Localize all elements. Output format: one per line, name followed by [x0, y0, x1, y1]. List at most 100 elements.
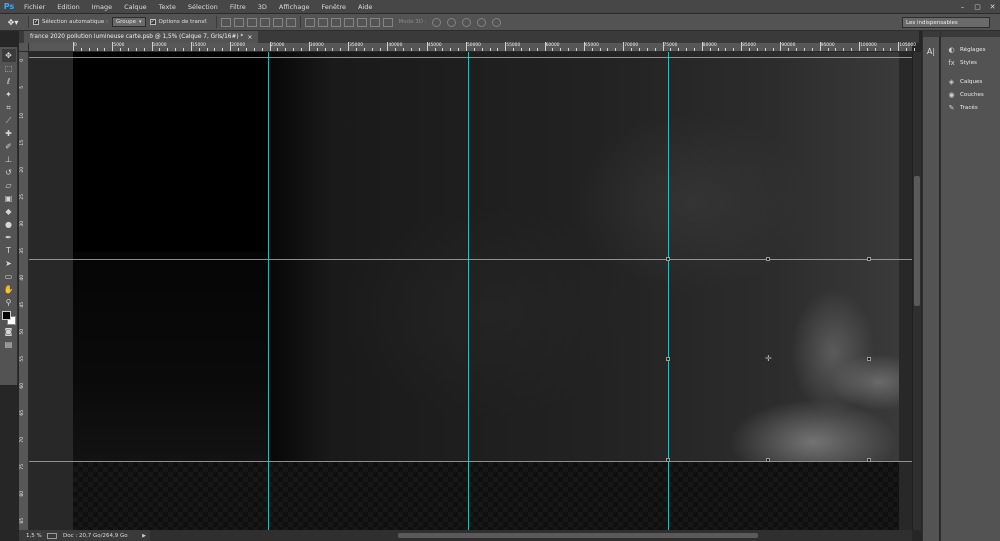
quick-mask-icon[interactable]: ◙: [2, 325, 16, 338]
panel-button-styles[interactable]: fx Styles: [941, 56, 1000, 69]
blur-tool-icon[interactable]: ◆: [2, 205, 16, 218]
dodge-tool-icon[interactable]: ●: [2, 218, 16, 231]
align-buttons: [220, 17, 296, 27]
zoom-level[interactable]: 1,5 %: [19, 533, 45, 539]
screen-mode-icon[interactable]: ▤: [2, 338, 16, 351]
healing-brush-tool-icon[interactable]: ✚: [2, 127, 16, 140]
distribute-right-icon[interactable]: [369, 17, 380, 27]
ruler-minor-tick: [733, 48, 735, 51]
horizontal-scrollbar[interactable]: [150, 530, 912, 541]
transform-handle[interactable]: [867, 458, 871, 462]
document-tab[interactable]: france 2020 pollution lumineuse carte.ps…: [24, 31, 259, 43]
workspace-dropdown[interactable]: Les indispensables: [902, 17, 990, 28]
vertical-scrollbar[interactable]: [912, 52, 921, 530]
align-right-icon[interactable]: [285, 17, 296, 27]
auto-select-checkbox[interactable]: ✓ Sélection automatique :: [33, 19, 108, 25]
distribute-bottom-icon[interactable]: [330, 17, 341, 27]
distribute-hcenter-icon[interactable]: [356, 17, 367, 27]
align-top-icon[interactable]: [220, 17, 231, 27]
maximize-icon[interactable]: ▢: [972, 1, 983, 12]
distribute-top-icon[interactable]: [304, 17, 315, 27]
horizontal-guide[interactable]: [29, 461, 912, 462]
tool-preset-picker[interactable]: ✥▾: [2, 16, 24, 29]
menu-aide[interactable]: Aide: [352, 3, 378, 11]
horizontal-scrollbar-thumb[interactable]: [398, 533, 758, 538]
gradient-tool-icon[interactable]: ▣: [2, 192, 16, 205]
horizontal-ruler[interactable]: 0 5000 10000 15000 20000 25000 30000 35000 40000…: [29, 42, 931, 52]
horizontal-guide[interactable]: [29, 259, 912, 260]
align-bottom-icon[interactable]: [246, 17, 257, 27]
transform-controls-checkbox[interactable]: ✓ Options de transf.: [149, 19, 208, 25]
rotate-3d-icon[interactable]: [431, 17, 441, 27]
menu-edition[interactable]: Edition: [51, 3, 86, 11]
auto-align-icon[interactable]: [382, 17, 393, 27]
document-canvas[interactable]: ✛: [29, 52, 912, 530]
roll-3d-icon[interactable]: [446, 17, 456, 27]
vertical-scrollbar-thumb[interactable]: [914, 176, 920, 306]
align-hcenter-icon[interactable]: [272, 17, 283, 27]
ruler-minor-tick: [654, 48, 656, 51]
transform-handle[interactable]: [666, 458, 670, 462]
menu-calque[interactable]: Calque: [118, 3, 153, 11]
transform-handle[interactable]: [867, 257, 871, 261]
menu-image[interactable]: Image: [86, 3, 118, 11]
lasso-tool-icon[interactable]: ℓ: [2, 75, 16, 88]
clone-stamp-tool-icon[interactable]: ⊥: [2, 153, 16, 166]
minimize-icon[interactable]: –: [957, 1, 968, 12]
close-tab-icon[interactable]: ×: [247, 34, 252, 41]
horizontal-guide[interactable]: [29, 57, 912, 58]
crop-tool-icon[interactable]: ⌗: [2, 101, 16, 114]
history-brush-tool-icon[interactable]: ↺: [2, 166, 16, 179]
hand-tool-icon[interactable]: ✋: [2, 283, 16, 296]
distribute-left-icon[interactable]: [343, 17, 354, 27]
eraser-tool-icon[interactable]: ▱: [2, 179, 16, 192]
slide-3d-icon[interactable]: [476, 17, 486, 27]
type-tool-icon[interactable]: T: [2, 244, 16, 257]
panel-button-couches[interactable]: ◉ Couches: [941, 88, 1000, 101]
drag-3d-icon[interactable]: [461, 17, 471, 27]
vertical-ruler[interactable]: 0 5 10 15 20 25 30 35 40 45 50 55 60 65 70 75 80 85: [19, 52, 29, 530]
menu-fichier[interactable]: Fichier: [18, 3, 51, 11]
status-menu-arrow-icon[interactable]: ▶: [142, 533, 146, 539]
distribute-vcenter-icon[interactable]: [317, 17, 328, 27]
align-vcenter-icon[interactable]: [233, 17, 244, 27]
character-panel-icon[interactable]: A|: [925, 45, 938, 58]
path-select-tool-icon[interactable]: ➤: [2, 257, 16, 270]
menu-filtre[interactable]: Filtre: [224, 3, 252, 11]
eyedropper-tool-icon[interactable]: ⟋: [2, 114, 16, 127]
panel-button-tracés[interactable]: ✎ Tracés: [941, 101, 1000, 114]
ruler-minor-tick: [725, 48, 727, 51]
panel-button-calques[interactable]: ◈ Calques: [941, 75, 1000, 88]
zoom-tool-icon[interactable]: ⚲: [2, 296, 16, 309]
ruler-minor-tick: [458, 48, 460, 51]
vertical-guide[interactable]: [468, 52, 469, 530]
close-icon[interactable]: ✕: [987, 1, 998, 12]
foreground-color-swatch[interactable]: [1, 311, 11, 320]
transform-handle[interactable]: [766, 458, 770, 462]
menu-texte[interactable]: Texte: [153, 3, 182, 11]
move-tool-icon[interactable]: ✥: [1, 49, 16, 62]
auto-select-dropdown[interactable]: Groupe ▾: [111, 17, 146, 27]
transform-handle[interactable]: [666, 357, 670, 361]
transform-handle[interactable]: [867, 357, 871, 361]
transform-handle[interactable]: [766, 257, 770, 261]
menu-fenetre[interactable]: Fenêtre: [315, 3, 352, 11]
scale-3d-icon[interactable]: [491, 17, 501, 27]
pen-tool-icon[interactable]: ✒: [2, 231, 16, 244]
menu-selection[interactable]: Sélection: [182, 3, 224, 11]
menu-affichage[interactable]: Affichage: [273, 3, 316, 11]
transform-handle[interactable]: [666, 257, 670, 261]
color-swatches[interactable]: [1, 311, 16, 325]
ruler-minor-tick: [481, 48, 483, 51]
ruler-origin[interactable]: [19, 43, 29, 52]
align-left-icon[interactable]: [259, 17, 270, 27]
vertical-guide[interactable]: [268, 52, 269, 530]
panel-button-réglages[interactable]: ◐ Réglages: [941, 43, 1000, 56]
reference-point-icon[interactable]: ✛: [765, 355, 772, 363]
brush-tool-icon[interactable]: ✐: [2, 140, 16, 153]
rectangle-tool-icon[interactable]: ▭: [2, 270, 16, 283]
panel-button-label: Couches: [960, 91, 984, 98]
quick-select-tool-icon[interactable]: ✦: [2, 88, 16, 101]
marquee-tool-icon[interactable]: ⬚: [2, 62, 16, 75]
menu-3d[interactable]: 3D: [252, 3, 273, 11]
